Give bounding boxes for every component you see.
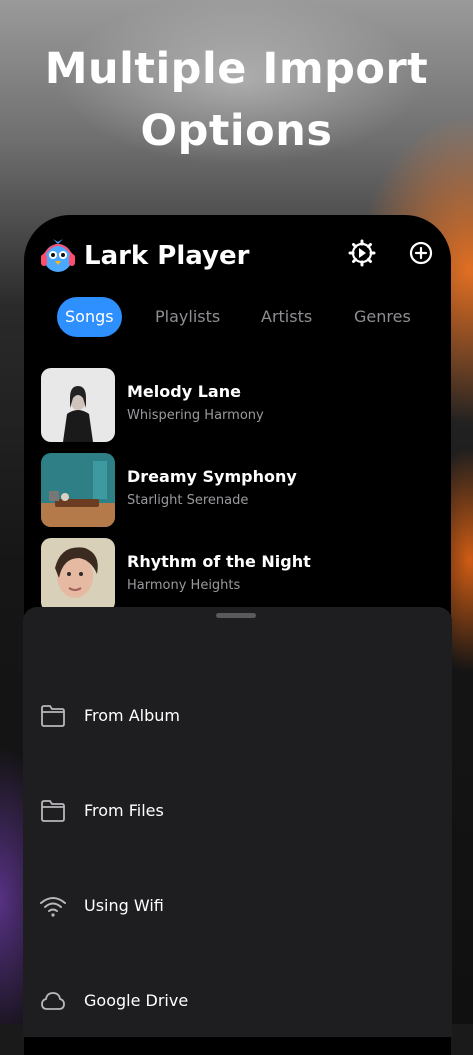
import-google-drive[interactable]: Google Drive: [23, 971, 452, 1031]
song-title: Dreamy Symphony: [127, 467, 297, 486]
import-using-wifi[interactable]: Using Wifi: [23, 876, 452, 936]
song-title: Melody Lane: [127, 382, 241, 401]
app-header: Lark Player: [24, 215, 451, 295]
headline-line-2: Options: [140, 106, 333, 156]
import-bottom-sheet: From Album From Files Using Wifi Google …: [23, 607, 452, 1037]
song-artist: Starlight Serenade: [127, 493, 249, 508]
folder-icon: [41, 705, 65, 727]
option-label: Google Drive: [84, 991, 189, 1010]
tab-artists[interactable]: Artists: [261, 297, 312, 337]
promo-headline: Multiple Import Options: [0, 38, 473, 162]
song-row[interactable]: Dreamy Symphony Starlight Serenade: [41, 453, 441, 527]
lark-logo-icon: [41, 239, 75, 272]
option-label: Using Wifi: [84, 896, 164, 915]
import-from-album[interactable]: From Album: [23, 686, 452, 746]
song-row[interactable]: Melody Lane Whispering Harmony: [41, 368, 441, 442]
song-title: Rhythm of the Night: [127, 552, 311, 571]
song-row[interactable]: Rhythm of the Night Harmony Heights: [41, 538, 441, 612]
option-label: From Album: [84, 706, 180, 725]
album-art: [41, 453, 115, 527]
headline-line-1: Multiple Import: [44, 44, 429, 94]
option-label: From Files: [84, 801, 164, 820]
sheet-drag-handle[interactable]: [216, 613, 256, 618]
wifi-icon: [40, 897, 66, 917]
tab-genres[interactable]: Genres: [354, 297, 411, 337]
app-title: Lark Player: [84, 241, 250, 271]
cloud-icon: [41, 992, 65, 1010]
folder-icon: [41, 800, 65, 822]
import-from-files[interactable]: From Files: [23, 781, 452, 841]
tab-songs[interactable]: Songs: [57, 297, 122, 337]
tab-bar: Songs Playlists Artists Genres: [24, 297, 451, 337]
album-art: [41, 538, 115, 612]
tab-playlists[interactable]: Playlists: [155, 297, 220, 337]
album-art: [41, 368, 115, 442]
settings-icon[interactable]: [348, 239, 376, 267]
song-artist: Harmony Heights: [127, 578, 241, 593]
song-artist: Whispering Harmony: [127, 408, 264, 423]
add-icon[interactable]: [407, 239, 435, 267]
